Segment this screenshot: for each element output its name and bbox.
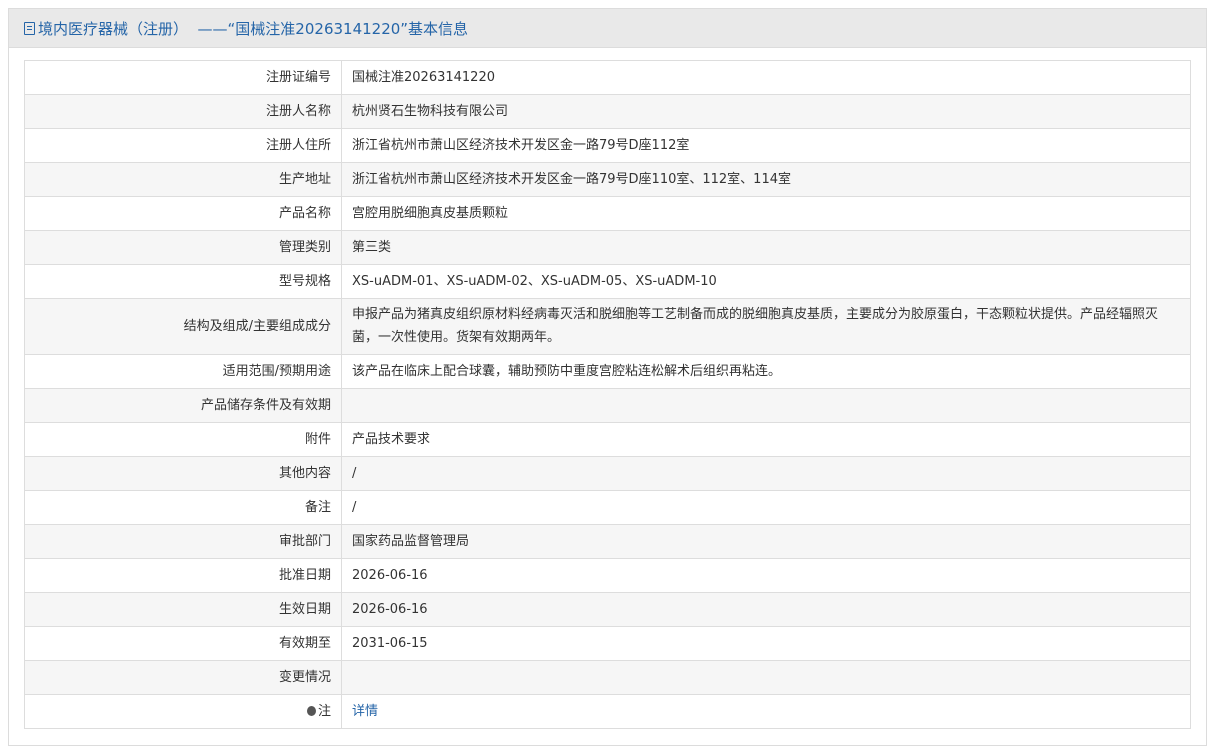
row-label: 产品名称 xyxy=(24,196,342,231)
table-row: 其他内容 / xyxy=(24,456,1191,491)
table-row: 注册人名称 杭州贤石生物科技有限公司 xyxy=(24,94,1191,129)
row-label: 注册证编号 xyxy=(24,60,342,95)
info-table-wrap: 注册证编号 国械注准20263141220 注册人名称 杭州贤石生物科技有限公司… xyxy=(24,60,1191,729)
table-row: 有效期至 2031-06-15 xyxy=(24,626,1191,661)
row-label: 注册人住所 xyxy=(24,128,342,163)
table-row: 产品储存条件及有效期 xyxy=(24,388,1191,423)
row-value: 宫腔用脱细胞真皮基质颗粒 xyxy=(341,196,1191,231)
detail-panel: 境内医疗器械（注册） ——“国械注准20263141220”基本信息 注册证编号… xyxy=(8,8,1207,746)
row-value: 2031-06-15 xyxy=(341,626,1191,661)
row-value: 国家药品监督管理局 xyxy=(341,524,1191,559)
lightbulb-icon xyxy=(306,706,316,716)
row-value: 2026-06-16 xyxy=(341,592,1191,627)
table-row: 批准日期 2026-06-16 xyxy=(24,558,1191,593)
note-label-cell: 注 xyxy=(24,694,342,729)
table-row: 注册人住所 浙江省杭州市萧山区经济技术开发区金一路79号D座112室 xyxy=(24,128,1191,163)
document-icon xyxy=(24,21,35,35)
row-value: 该产品在临床上配合球囊，辅助预防中重度宫腔粘连松解术后组织再粘连。 xyxy=(341,354,1191,389)
note-row: 注 详情 xyxy=(24,694,1191,729)
row-label: 其他内容 xyxy=(24,456,342,491)
row-label: 注册人名称 xyxy=(24,94,342,129)
page-title: 境内医疗器械（注册） ——“国械注准20263141220”基本信息 xyxy=(38,19,469,38)
table-row: 适用范围/预期用途 该产品在临床上配合球囊，辅助预防中重度宫腔粘连松解术后组织再… xyxy=(24,354,1191,389)
row-value: 浙江省杭州市萧山区经济技术开发区金一路79号D座112室 xyxy=(341,128,1191,163)
row-label: 审批部门 xyxy=(24,524,342,559)
table-row: 附件 产品技术要求 xyxy=(24,422,1191,457)
table-row: 生产地址 浙江省杭州市萧山区经济技术开发区金一路79号D座110室、112室、1… xyxy=(24,162,1191,197)
row-value: 申报产品为猪真皮组织原材料经病毒灭活和脱细胞等工艺制备而成的脱细胞真皮基质，主要… xyxy=(341,298,1191,355)
row-value: / xyxy=(341,490,1191,525)
row-value: 杭州贤石生物科技有限公司 xyxy=(341,94,1191,129)
table-row: 管理类别 第三类 xyxy=(24,230,1191,265)
table-row: 型号规格 XS-uADM-01、XS-uADM-02、XS-uADM-05、XS… xyxy=(24,264,1191,299)
row-label: 备注 xyxy=(24,490,342,525)
row-value: 浙江省杭州市萧山区经济技术开发区金一路79号D座110室、112室、114室 xyxy=(341,162,1191,197)
row-value: 国械注准20263141220 xyxy=(341,60,1191,95)
row-value: 第三类 xyxy=(341,230,1191,265)
row-label: 变更情况 xyxy=(24,660,342,695)
row-value: XS-uADM-01、XS-uADM-02、XS-uADM-05、XS-uADM… xyxy=(341,264,1191,299)
note-label: 注 xyxy=(317,704,331,719)
row-label: 生产地址 xyxy=(24,162,342,197)
table-row: 生效日期 2026-06-16 xyxy=(24,592,1191,627)
row-label: 管理类别 xyxy=(24,230,342,265)
details-link[interactable]: 详情 xyxy=(352,704,378,719)
row-label: 适用范围/预期用途 xyxy=(24,354,342,389)
table-row: 注册证编号 国械注准20263141220 xyxy=(24,60,1191,95)
row-value: 2026-06-16 xyxy=(341,558,1191,593)
row-value: / xyxy=(341,456,1191,491)
row-label: 结构及组成/主要组成成分 xyxy=(24,298,342,355)
info-table: 注册证编号 国械注准20263141220 注册人名称 杭州贤石生物科技有限公司… xyxy=(24,60,1191,729)
row-label: 型号规格 xyxy=(24,264,342,299)
table-row: 变更情况 xyxy=(24,660,1191,695)
row-label: 批准日期 xyxy=(24,558,342,593)
row-label: 产品储存条件及有效期 xyxy=(24,388,342,423)
table-row: 审批部门 国家药品监督管理局 xyxy=(24,524,1191,559)
row-label: 有效期至 xyxy=(24,626,342,661)
panel-header: 境内医疗器械（注册） ——“国械注准20263141220”基本信息 xyxy=(9,9,1206,48)
row-label: 生效日期 xyxy=(24,592,342,627)
table-row: 结构及组成/主要组成成分 申报产品为猪真皮组织原材料经病毒灭活和脱细胞等工艺制备… xyxy=(24,298,1191,355)
table-row: 产品名称 宫腔用脱细胞真皮基质颗粒 xyxy=(24,196,1191,231)
row-value xyxy=(341,660,1191,695)
row-label: 附件 xyxy=(24,422,342,457)
row-value: 产品技术要求 xyxy=(341,422,1191,457)
row-value xyxy=(341,388,1191,423)
note-value-cell: 详情 xyxy=(341,694,1191,729)
table-row: 备注 / xyxy=(24,490,1191,525)
